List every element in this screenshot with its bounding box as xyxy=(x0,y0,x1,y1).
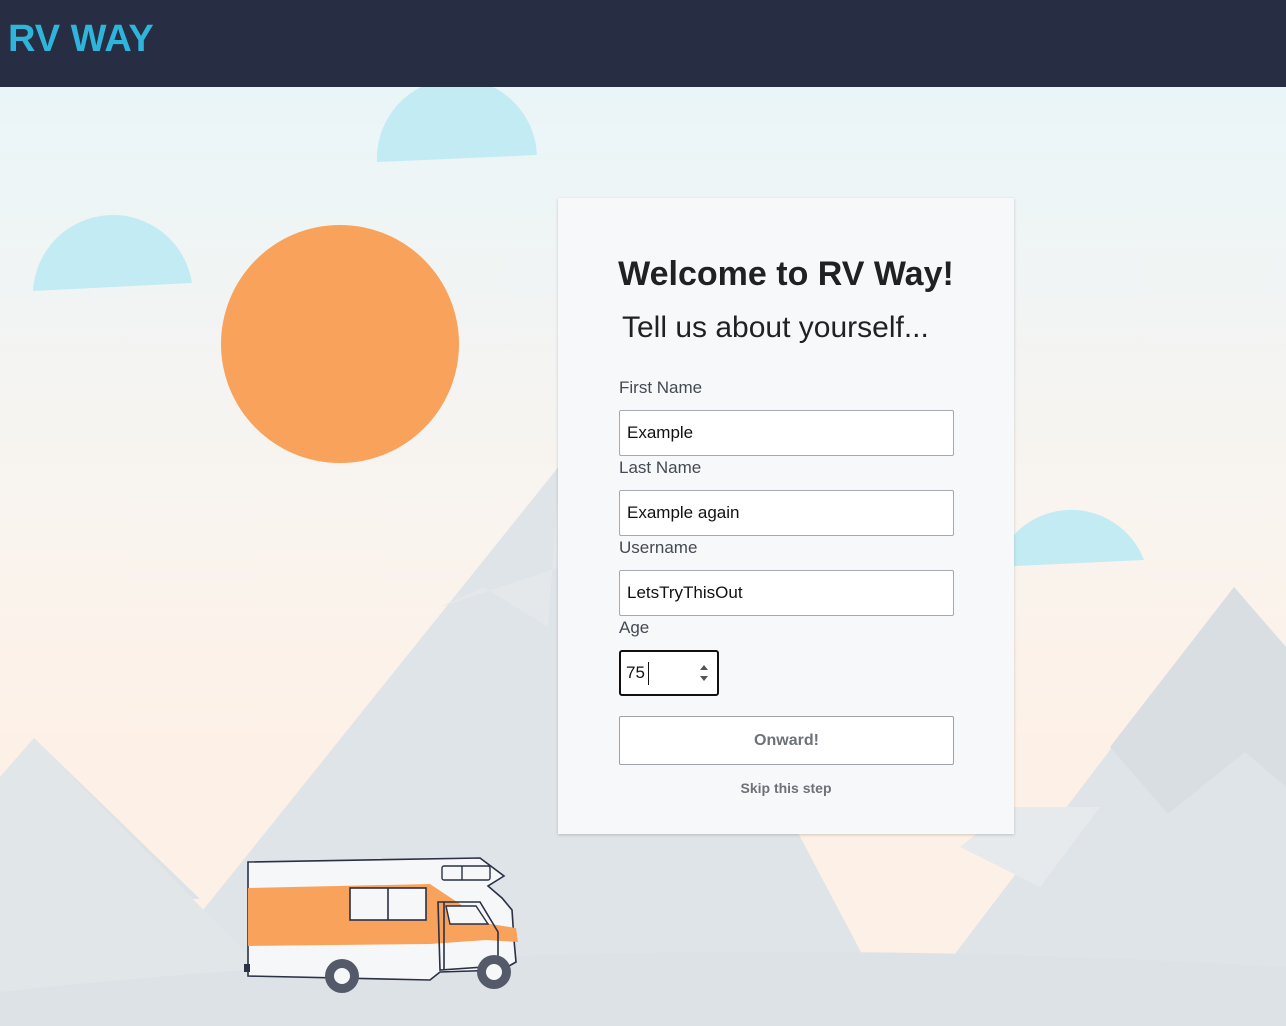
age-label: Age xyxy=(619,618,650,637)
first-name-label: First Name xyxy=(619,378,703,397)
age-stepper[interactable] xyxy=(697,662,711,686)
increment-arrow-icon[interactable] xyxy=(700,665,708,670)
username-label: Username xyxy=(619,538,698,557)
form-subtitle: Tell us about yourself... xyxy=(622,311,929,344)
age-value: 75 xyxy=(626,663,645,682)
welcome-title: Welcome to RV Way! xyxy=(618,255,954,293)
skip-step-link[interactable]: Skip this step xyxy=(558,779,1014,797)
decrement-arrow-icon[interactable] xyxy=(700,676,708,681)
age-input[interactable]: 75 xyxy=(619,650,719,696)
signup-card: Welcome to RV Way! Tell us about yoursel… xyxy=(558,198,1014,834)
top-nav-bar: RV WAY xyxy=(0,0,1286,87)
last-name-input[interactable] xyxy=(619,490,954,536)
text-caret xyxy=(648,662,649,685)
onward-button[interactable]: Onward! xyxy=(619,716,954,765)
rv-icon xyxy=(244,857,518,993)
username-input[interactable] xyxy=(619,570,954,616)
brand-logo[interactable]: RV WAY xyxy=(8,18,154,60)
first-name-input[interactable] xyxy=(619,410,954,456)
last-name-label: Last Name xyxy=(619,458,702,477)
sun xyxy=(221,225,459,463)
